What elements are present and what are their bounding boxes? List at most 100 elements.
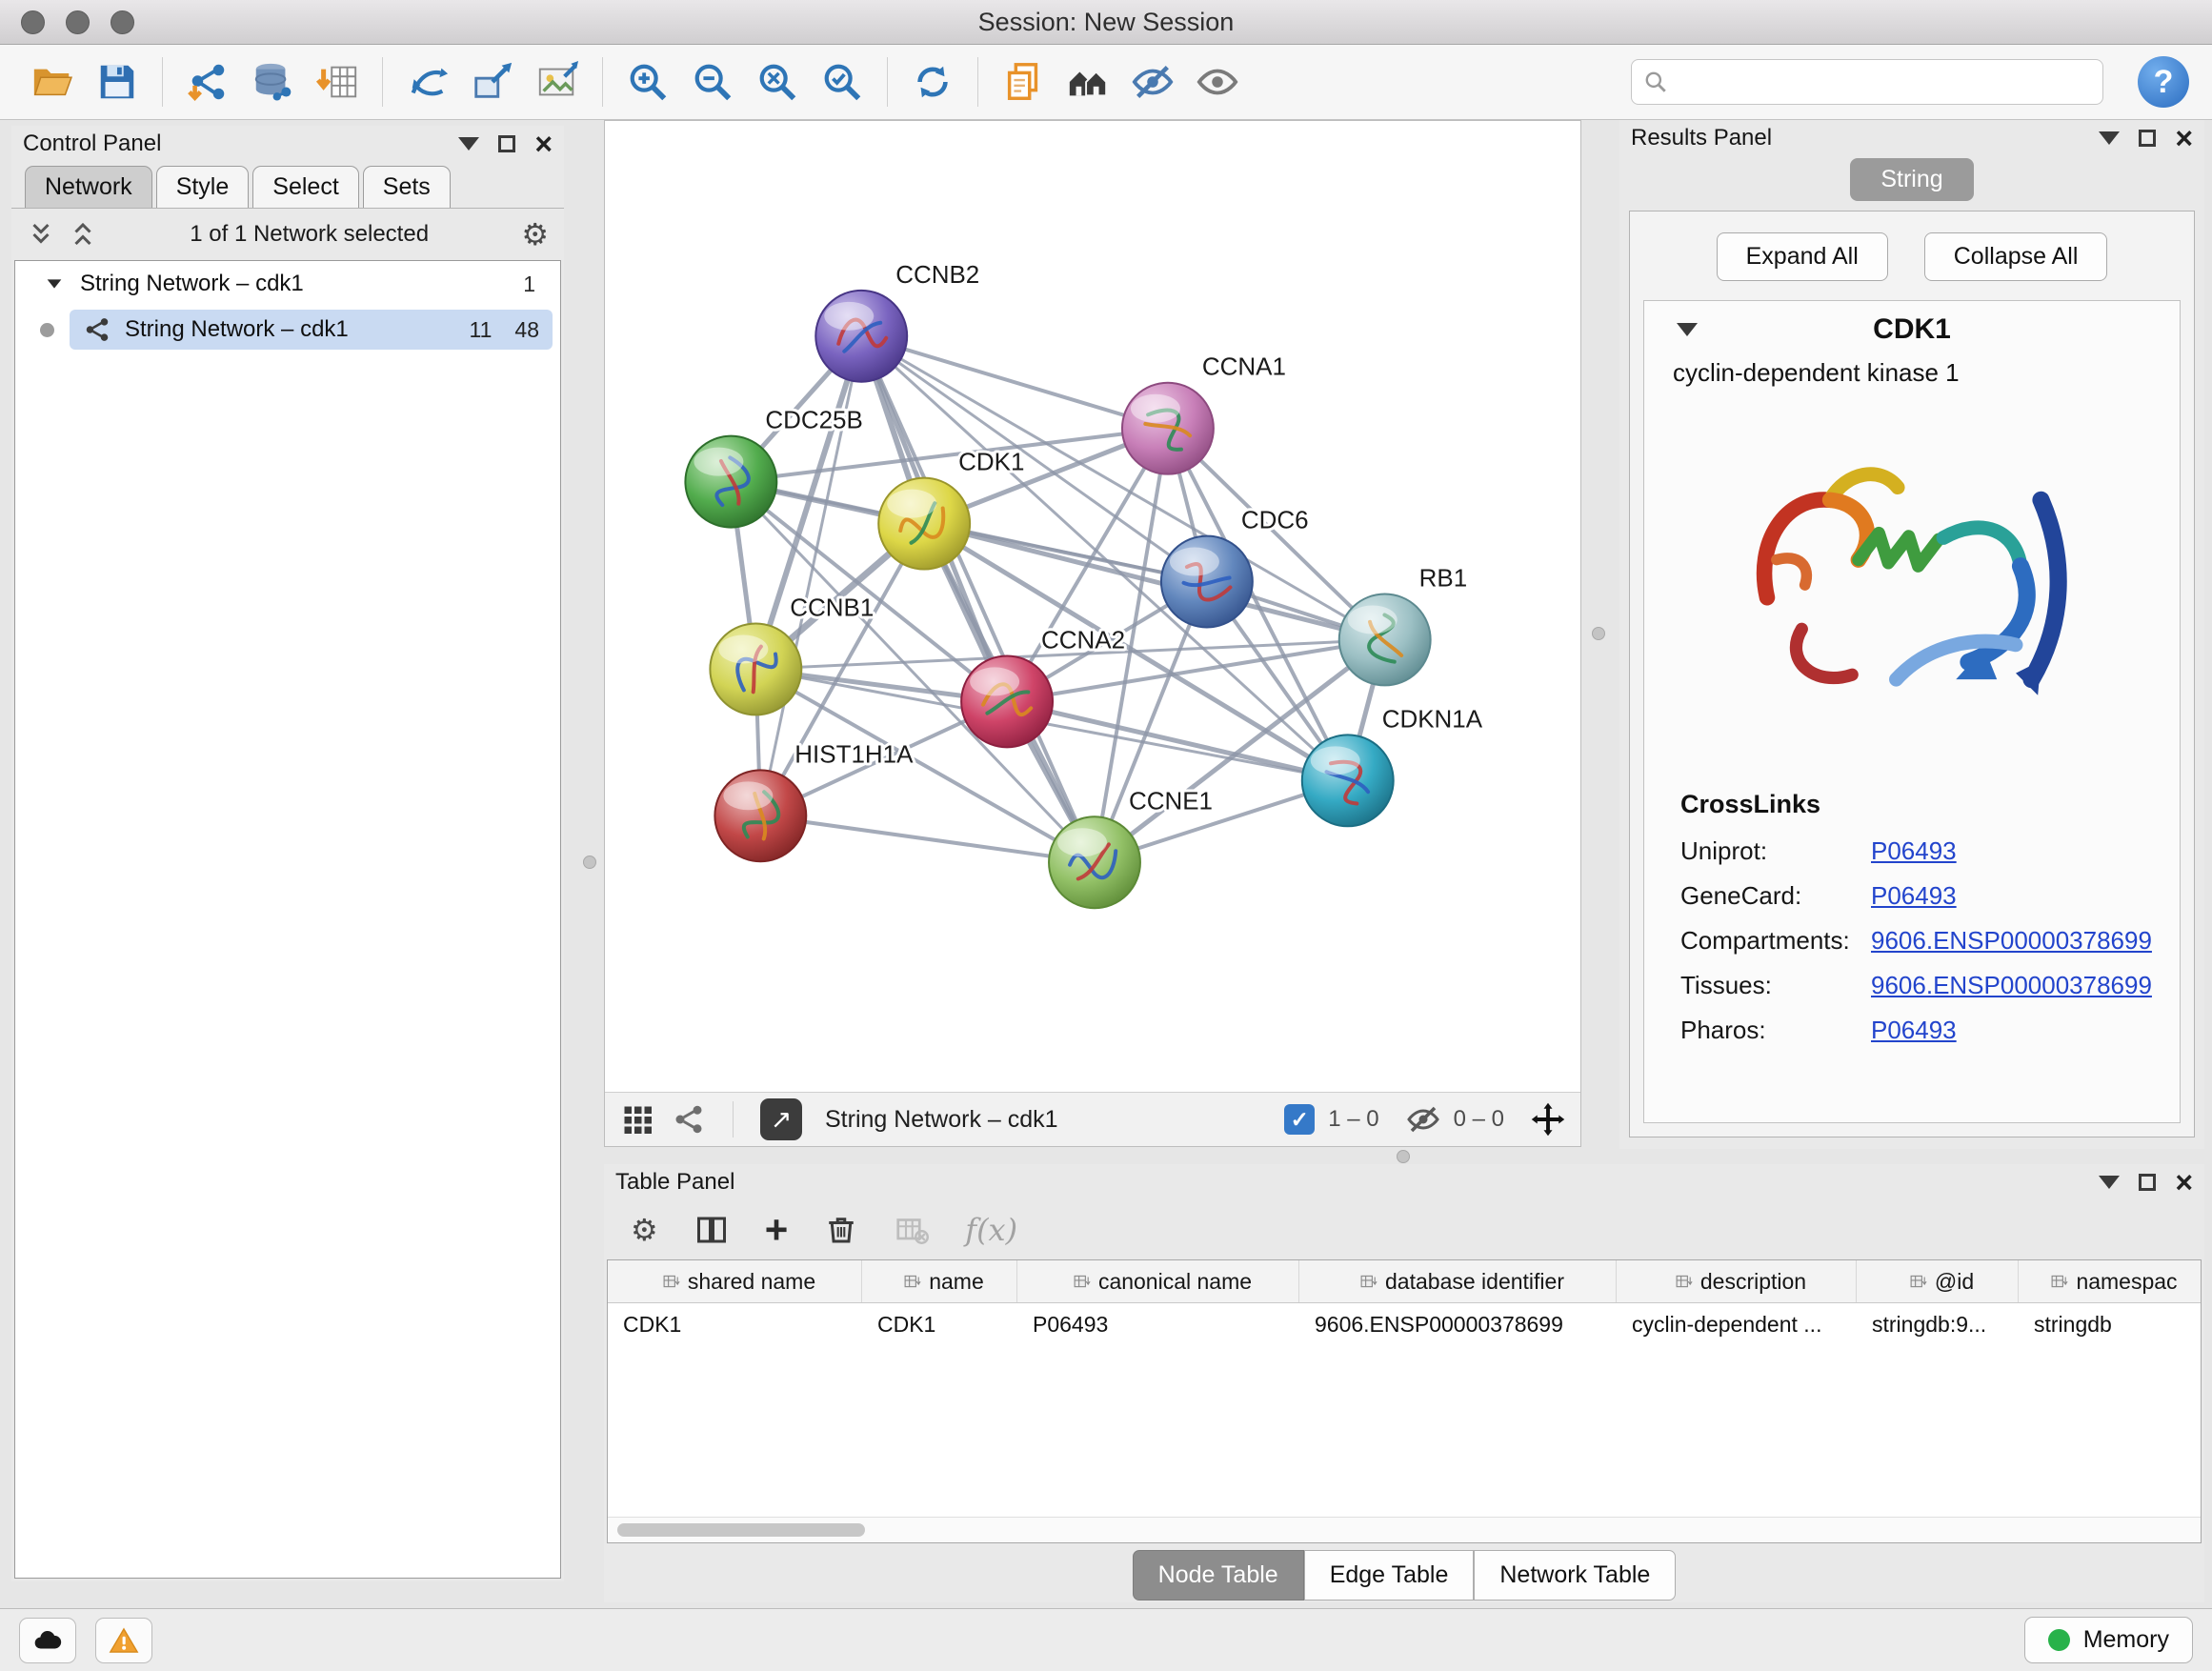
tab-select[interactable]: Select (252, 166, 358, 208)
column-header-name[interactable]: name (862, 1260, 1017, 1302)
zoom-fit-button[interactable] (748, 52, 807, 111)
export-image-button[interactable] (528, 52, 587, 111)
cell-name[interactable]: CDK1 (862, 1312, 1017, 1338)
tab-style[interactable]: Style (156, 166, 250, 208)
column-header-shared-name[interactable]: shared name (608, 1260, 862, 1302)
collapse-all-button[interactable]: Collapse All (1924, 232, 2108, 281)
memory-button[interactable]: Memory (2024, 1617, 2193, 1663)
window-close-button[interactable] (21, 10, 45, 34)
tab-edge-table[interactable]: Edge Table (1304, 1550, 1475, 1601)
panel-close-icon[interactable]: × (2175, 1167, 2193, 1198)
zoom-in-button[interactable] (618, 52, 677, 111)
network-edge-CDK1-RB1[interactable] (924, 524, 1385, 640)
network-canvas[interactable]: CCNB2CCNA1CDC25BCDK1CDC6RB1CCNB1CCNA2CDK… (605, 121, 1580, 1092)
cell-shared-name[interactable]: CDK1 (608, 1312, 862, 1338)
network-node-CDKN1A[interactable]: CDKN1A (1302, 704, 1483, 826)
tab-string[interactable]: String (1850, 158, 1973, 201)
tab-node-table[interactable]: Node Table (1133, 1550, 1304, 1601)
import-table-from-file-button[interactable] (308, 52, 367, 111)
column-header-database-identifier[interactable]: database identifier (1299, 1260, 1617, 1302)
cell-namespace[interactable]: stringdb (2019, 1312, 2201, 1338)
network-overview-icon[interactable] (672, 1102, 706, 1137)
cell-id[interactable]: stringdb:9... (1857, 1312, 2019, 1338)
warnings-button[interactable] (95, 1618, 152, 1663)
column-header-canonical-name[interactable]: canonical name (1017, 1260, 1299, 1302)
save-session-button[interactable] (88, 52, 147, 111)
cell-database-identifier[interactable]: 9606.ENSP00000378699 (1299, 1312, 1617, 1338)
show-columns-icon[interactable] (694, 1213, 729, 1247)
splitter-handle-right[interactable] (1592, 627, 1605, 640)
splitter-handle-left[interactable] (583, 856, 596, 869)
network-edge-CCNB2-CCNA1[interactable] (861, 336, 1168, 429)
panel-float-icon[interactable] (2139, 130, 2156, 147)
scrollbar-thumb[interactable] (617, 1523, 865, 1537)
crosslink-link[interactable]: P06493 (1871, 881, 1957, 911)
search-input[interactable] (1678, 68, 2091, 96)
crosslink-link[interactable]: P06493 (1871, 836, 1957, 866)
network-edge-CCNA2-CDKN1A[interactable] (1007, 701, 1348, 780)
collapse-all-icon[interactable] (27, 220, 55, 249)
network-node-RB1[interactable]: RB1 (1339, 564, 1467, 686)
column-header-id[interactable]: @id (1857, 1260, 2019, 1302)
panel-float-icon[interactable] (2139, 1174, 2156, 1191)
network-node-HIST1H1A[interactable]: HIST1H1A (714, 739, 914, 861)
panel-close-icon[interactable]: × (2175, 123, 2193, 153)
network-node-CCNA1[interactable]: CCNA1 (1122, 352, 1286, 474)
panel-close-icon[interactable]: × (534, 129, 553, 159)
window-minimize-button[interactable] (66, 10, 90, 34)
crosslink-link[interactable]: 9606.ENSP00000378699 (1871, 971, 2152, 1000)
cell-description[interactable]: cyclin-dependent ... (1617, 1312, 1857, 1338)
tab-network[interactable]: Network (25, 166, 152, 208)
network-row-selected[interactable]: String Network – cdk1 11 48 (15, 307, 560, 352)
zoom-selected-button[interactable] (813, 52, 872, 111)
network-collection-row[interactable]: String Network – cdk1 1 (15, 261, 560, 307)
import-network-from-database-button[interactable] (243, 52, 302, 111)
tab-network-table[interactable]: Network Table (1474, 1550, 1676, 1601)
new-network-from-selection-button[interactable] (463, 52, 522, 111)
delete-column-trash-icon[interactable] (824, 1213, 858, 1247)
network-node-CDC25B[interactable]: CDC25B (685, 406, 862, 528)
pan-move-icon[interactable] (1531, 1102, 1565, 1137)
clone-document-button[interactable] (994, 52, 1053, 111)
panel-menu-icon[interactable] (458, 137, 479, 151)
expand-all-icon[interactable] (69, 220, 97, 249)
network-edge-CCNE1-HIST1H1A[interactable] (760, 815, 1095, 862)
window-zoom-button[interactable] (111, 10, 134, 34)
table-options-gear-icon[interactable]: ⚙ (631, 1215, 658, 1245)
detach-view-button[interactable]: ↗ (760, 1098, 802, 1140)
gene-section-header[interactable]: CDK1 (1644, 301, 2180, 358)
network-edge-CCNB2-CCNE1[interactable] (861, 336, 1095, 862)
network-arrows-button[interactable] (398, 52, 457, 111)
help-button[interactable]: ? (2138, 56, 2189, 108)
home-panels-button[interactable] (1058, 52, 1117, 111)
section-disclosure-icon[interactable] (1677, 323, 1698, 336)
refresh-view-button[interactable] (903, 52, 962, 111)
disclosure-triangle-icon[interactable] (44, 273, 65, 294)
expand-all-button[interactable]: Expand All (1717, 232, 1888, 281)
open-session-button[interactable] (23, 52, 82, 111)
cell-canonical-name[interactable]: P06493 (1017, 1312, 1299, 1338)
delete-table-icon[interactable] (895, 1213, 929, 1247)
tab-sets[interactable]: Sets (363, 166, 451, 208)
panel-menu-icon[interactable] (2099, 1176, 2120, 1189)
grid-view-icon[interactable] (620, 1102, 654, 1137)
network-graph[interactable]: CCNB2CCNA1CDC25BCDK1CDC6RB1CCNB1CCNA2CDK… (605, 121, 1580, 1092)
splitter-handle-bottom[interactable] (1397, 1150, 1410, 1163)
crosslink-link[interactable]: P06493 (1871, 1016, 1957, 1045)
node-table-row[interactable]: CDK1 CDK1 P06493 9606.ENSP00000378699 cy… (608, 1303, 2201, 1345)
function-builder-icon[interactable]: f(x) (965, 1212, 1017, 1248)
network-row-highlight[interactable]: String Network – cdk1 11 48 (70, 310, 553, 350)
global-search[interactable] (1631, 59, 2103, 105)
horizontal-scrollbar[interactable] (608, 1517, 2201, 1542)
zoom-out-button[interactable] (683, 52, 742, 111)
create-column-icon[interactable]: + (765, 1210, 789, 1250)
network-node-CDK1[interactable]: CDK1 (878, 448, 1024, 570)
panel-float-icon[interactable] (498, 135, 515, 152)
network-node-CCNE1[interactable]: CCNE1 (1049, 786, 1213, 908)
network-options-gear-icon[interactable]: ⚙ (521, 219, 549, 250)
panel-menu-icon[interactable] (2099, 131, 2120, 145)
hide-panel-button[interactable] (1123, 52, 1182, 111)
selected-checkbox-icon[interactable]: ✓ (1284, 1104, 1315, 1135)
column-header-namespace[interactable]: namespac (2019, 1260, 2201, 1302)
crosslink-link[interactable]: 9606.ENSP00000378699 (1871, 926, 2152, 956)
